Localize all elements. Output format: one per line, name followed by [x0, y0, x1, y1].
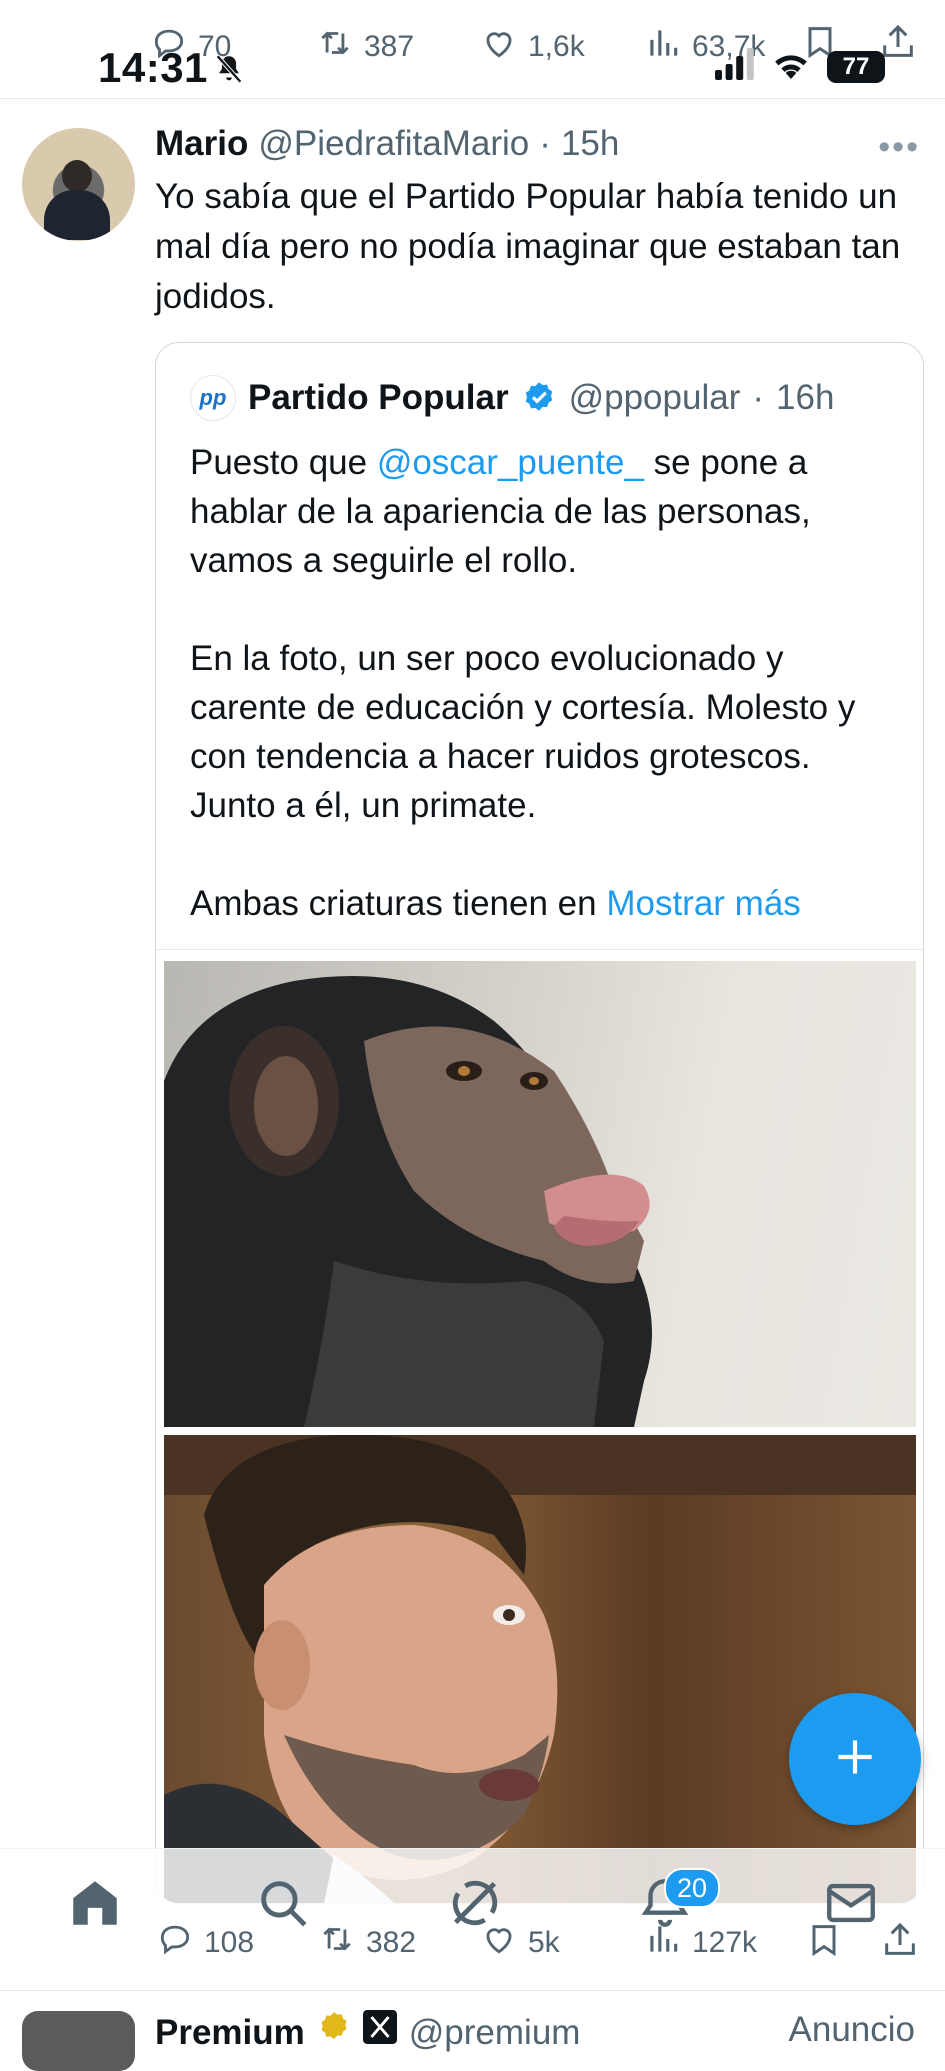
bookmark-icon [804, 1920, 844, 1960]
heart-icon [480, 1920, 518, 1966]
divider [156, 949, 923, 950]
author-handle[interactable]: @PiedrafitaMario [258, 124, 529, 164]
home-icon [66, 1874, 124, 1932]
home-tab[interactable] [66, 1874, 124, 1932]
silent-bell-icon [212, 52, 246, 91]
quoted-text-paragraph: En la foto, un ser poco evolucionado y c… [190, 639, 856, 825]
top-like-button[interactable]: 1,6k [480, 24, 585, 70]
verified-badge-icon [521, 380, 557, 416]
compose-button[interactable] [789, 1693, 921, 1825]
top-retweet-count: 387 [364, 30, 415, 63]
like-button[interactable]: 5k [480, 1920, 560, 1966]
premium-avatar [22, 2011, 135, 2071]
quoted-tweet-time: 16h [776, 378, 835, 417]
top-like-count: 1,6k [528, 30, 585, 63]
more-options-icon[interactable]: ••• [878, 128, 920, 167]
gold-verified-badge-icon [317, 2010, 351, 2053]
ad-label: Anuncio [788, 2010, 915, 2049]
mention-link[interactable]: @oscar_puente_ [377, 443, 644, 482]
separator-dot: · [539, 124, 551, 163]
tweet-author: Mario @PiedrafitaMario · 15h [155, 124, 619, 164]
x-logo-icon [362, 2010, 397, 2053]
plus-icon [830, 1732, 880, 1787]
retweet-icon [316, 24, 354, 70]
views-icon [644, 1920, 682, 1966]
retweet-count: 382 [366, 1926, 417, 1959]
quoted-author-handle[interactable]: @ppopular [569, 378, 741, 418]
retweet-button[interactable]: 382 [318, 1920, 416, 1966]
views-icon [644, 24, 682, 70]
views-button[interactable]: 127k [644, 1920, 757, 1966]
retweet-icon [318, 1920, 356, 1966]
top-bar: 70 387 1,6k 63,7k 14:31 77 [0, 0, 945, 99]
top-retweet-button[interactable]: 387 [316, 24, 414, 70]
show-more-link[interactable]: Mostrar más [606, 884, 800, 923]
next-tweet-handle[interactable]: @premium [409, 2013, 581, 2053]
status-icons: 77 [715, 48, 885, 85]
bookmark-button[interactable] [804, 1920, 844, 1960]
like-count: 5k [528, 1926, 560, 1959]
quoted-tweet-card[interactable]: pp Partido Popular @ppopular · 16h Puest… [155, 342, 924, 1904]
notifications-badge: 20 [664, 1868, 720, 1908]
man-speaking-photo[interactable] [164, 1435, 916, 1903]
tweet-time: 15h [560, 124, 620, 163]
reply-count: 108 [204, 1926, 255, 1959]
quoted-author: pp Partido Popular @ppopular · 16h [190, 375, 834, 421]
author-name[interactable]: Mario [155, 124, 248, 164]
pp-logo-icon: pp [190, 375, 236, 421]
next-tweet-author: Premium @premium [155, 2010, 580, 2053]
quoted-text-part: Puesto que [190, 443, 377, 482]
search-tab[interactable] [254, 1874, 312, 1932]
views-count: 127k [692, 1926, 758, 1959]
tweet-text: Yo sabía que el Partido Popular había te… [155, 177, 901, 316]
search-icon [254, 1874, 312, 1932]
quoted-text-part: Ambas criaturas tienen en [190, 884, 607, 923]
reply-icon [156, 1920, 194, 1966]
status-time: 14:31 [98, 44, 208, 91]
quoted-separator-dot: · [752, 378, 765, 417]
heart-icon [480, 24, 518, 70]
chimpanzee-photo[interactable] [164, 961, 916, 1427]
wifi-icon [771, 48, 811, 85]
share-button[interactable] [880, 1920, 920, 1960]
quoted-author-name[interactable]: Partido Popular [248, 378, 509, 418]
next-tweet-name[interactable]: Premium [155, 2013, 305, 2053]
battery-indicator: 77 [827, 50, 885, 83]
reply-button[interactable]: 108 [156, 1920, 254, 1966]
share-icon [880, 1920, 920, 1960]
quoted-tweet-text: Puesto que @oscar_puente_ se pone a habl… [190, 438, 890, 928]
signal-icon [715, 48, 755, 85]
avatar[interactable] [22, 128, 135, 241]
